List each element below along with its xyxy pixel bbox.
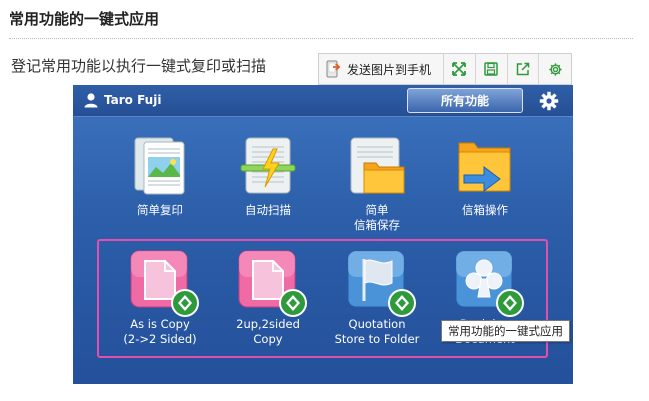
expand-icon <box>452 62 467 76</box>
tile-label: 信箱操作 <box>462 203 508 217</box>
tile-as-is-copy[interactable]: As is Copy (2->2 Sided) <box>115 249 205 347</box>
divider <box>9 38 633 39</box>
tooltip: 常用功能的一键式应用 <box>441 320 570 342</box>
scan-icon <box>240 137 296 194</box>
execute-badge-icon <box>171 289 199 317</box>
tile-simple-mailbox-save[interactable]: 简单 信箱保存 <box>332 135 422 233</box>
save-icon <box>484 62 498 76</box>
tile-auto-scan[interactable]: 自动扫描 <box>223 135 313 218</box>
phone-icon <box>326 60 341 78</box>
gear-icon[interactable] <box>539 91 559 111</box>
all-functions-button[interactable]: 所有功能 <box>407 88 523 113</box>
tile-label: 简单复印 <box>137 203 183 217</box>
share-icon <box>516 62 530 76</box>
share-button[interactable] <box>508 54 540 84</box>
send-to-phone-label: 发送图片到手机 <box>347 62 432 77</box>
execute-badge-icon <box>388 289 416 317</box>
tile-label: 简单 信箱保存 <box>354 203 400 232</box>
image-toolbar: 发送图片到手机 <box>318 53 572 85</box>
settings-icon <box>549 62 562 76</box>
user-icon <box>84 93 98 108</box>
send-to-phone-button[interactable]: 发送图片到手机 <box>319 54 445 84</box>
execute-badge-icon <box>279 289 307 317</box>
user-indicator[interactable]: Taro Fuji <box>83 92 161 108</box>
folder-icon <box>350 137 405 194</box>
all-functions-label: 所有功能 <box>440 94 489 108</box>
copy-icon <box>134 137 185 195</box>
save-button[interactable] <box>476 54 508 84</box>
article-heading: 常用功能的一键式应用 <box>9 10 160 28</box>
tile-label: As is Copy (2->2 Sided) <box>123 317 197 346</box>
tile-simple-copy[interactable]: 简单复印 <box>115 135 205 218</box>
tile-mailbox-operation[interactable]: 信箱操作 <box>440 135 530 218</box>
article-paragraph: 登记常用功能以执行一键式复印或扫描 <box>11 57 267 75</box>
tile-2up-2sided-copy[interactable]: 2up,2sided Copy <box>223 249 313 347</box>
execute-badge-icon <box>496 289 524 317</box>
mailbox-icon <box>458 142 511 192</box>
expand-button[interactable] <box>444 54 476 84</box>
tile-label: Quotation Store to Folder <box>334 317 420 346</box>
tile-label: 自动扫描 <box>245 203 291 217</box>
settings-button[interactable] <box>539 54 571 84</box>
tile-label: 2up,2sided Copy <box>236 317 300 346</box>
panel-topbar: Taro Fuji 所有功能 <box>73 85 573 117</box>
user-name: Taro Fuji <box>104 93 162 107</box>
tile-quotation-store[interactable]: Quotation Store to Folder <box>332 249 422 347</box>
